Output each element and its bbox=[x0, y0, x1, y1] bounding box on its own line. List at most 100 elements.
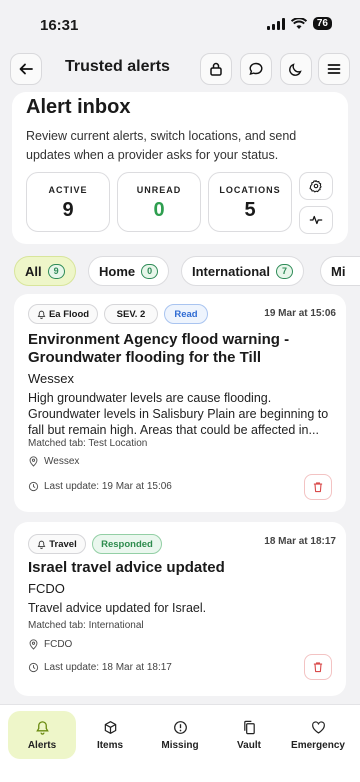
alert-card[interactable]: Ea Flood SEV. 2 Read 19 Mar at 15:06 Env… bbox=[14, 294, 346, 512]
delete-button[interactable] bbox=[304, 474, 332, 500]
last-update-text: Last update: 19 Mar at 15:06 bbox=[44, 481, 172, 492]
message-icon bbox=[249, 62, 263, 76]
filter-international[interactable]: International 7 bbox=[181, 256, 305, 286]
status-badge: Read bbox=[164, 304, 208, 324]
tab-label: Missing bbox=[161, 739, 199, 751]
lock-button[interactable] bbox=[200, 53, 232, 85]
matched-tab-text: Matched tab: International bbox=[28, 620, 144, 631]
bell-icon bbox=[37, 310, 46, 319]
messages-button[interactable] bbox=[240, 53, 272, 85]
stat-value: 5 bbox=[244, 199, 256, 221]
stat-label: LOCATIONS bbox=[219, 185, 281, 195]
location-text: FCDO bbox=[44, 639, 73, 650]
filter-tabs: All 9 Home 0 International 7 Mi bbox=[0, 256, 360, 286]
filter-label: All bbox=[25, 263, 42, 279]
signal-icon bbox=[266, 17, 285, 30]
status-icons: 76 bbox=[266, 17, 332, 30]
filter-count: 0 bbox=[141, 263, 159, 279]
alert-date: 19 Mar at 15:06 bbox=[264, 308, 336, 319]
menu-icon bbox=[327, 64, 341, 74]
last-update-text: Last update: 18 Mar at 18:17 bbox=[44, 662, 172, 673]
dark-mode-button[interactable] bbox=[280, 53, 312, 85]
stat-value: 9 bbox=[62, 199, 74, 221]
severity-badge: SEV. 2 bbox=[104, 304, 158, 324]
alert-body: Travel advice updated for Israel. bbox=[28, 601, 207, 615]
arrow-left-icon bbox=[19, 63, 33, 75]
alert-date: 18 Mar at 18:17 bbox=[264, 536, 336, 547]
map-pin-icon bbox=[29, 639, 38, 650]
stat-label: UNREAD bbox=[136, 185, 182, 195]
inbox-title: Alert inbox bbox=[26, 96, 131, 118]
tab-emergency[interactable]: Emergency bbox=[284, 711, 352, 759]
box-icon bbox=[104, 720, 116, 734]
category-badge: Travel bbox=[28, 534, 86, 554]
tab-items[interactable]: Items bbox=[76, 711, 144, 759]
bell-icon bbox=[35, 720, 49, 735]
moon-icon bbox=[289, 63, 302, 76]
activity-button[interactable] bbox=[299, 206, 333, 234]
map-pin-icon bbox=[29, 456, 38, 467]
alert-inbox-panel: Alert inbox Review current alerts, switc… bbox=[12, 92, 348, 244]
battery-icon: 76 bbox=[312, 17, 332, 30]
tab-label: Vault bbox=[237, 739, 261, 751]
app-bar: Trusted alerts bbox=[0, 50, 360, 88]
filter-label: Mi bbox=[331, 263, 346, 279]
clock-icon bbox=[28, 481, 39, 492]
tab-alerts[interactable]: Alerts bbox=[8, 711, 76, 759]
tab-missing[interactable]: Missing bbox=[146, 711, 214, 759]
delete-button[interactable] bbox=[304, 654, 332, 680]
tab-label: Alerts bbox=[27, 739, 57, 751]
status-time: 16:31 bbox=[40, 17, 79, 34]
stat-locations[interactable]: LOCATIONS 5 bbox=[208, 172, 292, 232]
filter-label: Home bbox=[99, 263, 136, 279]
alert-source: FCDO bbox=[28, 581, 65, 596]
settings-button[interactable] bbox=[299, 172, 333, 200]
alert-body: High groundwater levels are cause floodi… bbox=[28, 391, 329, 437]
status-badge: Responded bbox=[92, 534, 162, 554]
last-update: Last update: 19 Mar at 15:06 bbox=[28, 481, 172, 492]
stat-label: ACTIVE bbox=[48, 185, 88, 195]
alert-title: Environment Agency flood warning - Groun… bbox=[28, 331, 290, 366]
filter-count: 9 bbox=[47, 263, 65, 279]
stat-active[interactable]: ACTIVE 9 bbox=[26, 172, 110, 232]
activity-icon bbox=[309, 215, 323, 225]
filter-home[interactable]: Home 0 bbox=[88, 256, 170, 286]
wifi-icon bbox=[290, 17, 307, 29]
filter-all[interactable]: All 9 bbox=[14, 256, 76, 286]
category-badge: Ea Flood bbox=[28, 304, 98, 324]
stat-unread[interactable]: UNREAD 0 bbox=[117, 172, 201, 232]
trash-icon bbox=[313, 662, 323, 673]
matched-tab: Matched tab: International bbox=[28, 620, 144, 631]
alert-card[interactable]: Travel Responded 18 Mar at 18:17 Israel … bbox=[14, 522, 346, 696]
status-bar: 16:31 76 bbox=[0, 0, 360, 48]
category-label: Travel bbox=[49, 538, 77, 550]
matched-tab: Matched tab: Test Location bbox=[28, 438, 147, 449]
lock-icon bbox=[210, 62, 222, 76]
tab-vault[interactable]: Vault bbox=[215, 711, 283, 759]
tab-label: Items bbox=[96, 739, 124, 751]
bottom-tab-bar: Alerts Items Missing Vault Emergency bbox=[0, 704, 360, 782]
files-icon bbox=[243, 720, 255, 734]
filter-missing[interactable]: Mi bbox=[320, 256, 360, 286]
heart-icon bbox=[311, 720, 325, 734]
clock-icon bbox=[28, 662, 39, 673]
alert-location: Wessex bbox=[28, 456, 79, 467]
alert-location: FCDO bbox=[28, 639, 72, 650]
back-button[interactable] bbox=[10, 53, 42, 85]
last-update: Last update: 18 Mar at 18:17 bbox=[28, 662, 172, 673]
page-title: Trusted alerts bbox=[65, 58, 170, 75]
trash-icon bbox=[313, 482, 323, 493]
bell-icon bbox=[37, 540, 46, 549]
inbox-description: Review current alerts, switch locations,… bbox=[26, 129, 297, 162]
alert-circle-icon bbox=[173, 720, 187, 734]
matched-tab-text: Matched tab: Test Location bbox=[28, 438, 148, 449]
category-label: Ea Flood bbox=[48, 308, 90, 320]
alert-source: Wessex bbox=[28, 371, 74, 386]
tab-label: Emergency bbox=[291, 739, 345, 751]
location-text: Wessex bbox=[44, 456, 80, 467]
gear-icon bbox=[309, 180, 322, 193]
stat-value: 0 bbox=[153, 199, 165, 221]
menu-button[interactable] bbox=[318, 53, 350, 85]
alert-title: Israel travel advice updated bbox=[28, 559, 225, 576]
filter-label: International bbox=[192, 263, 271, 279]
